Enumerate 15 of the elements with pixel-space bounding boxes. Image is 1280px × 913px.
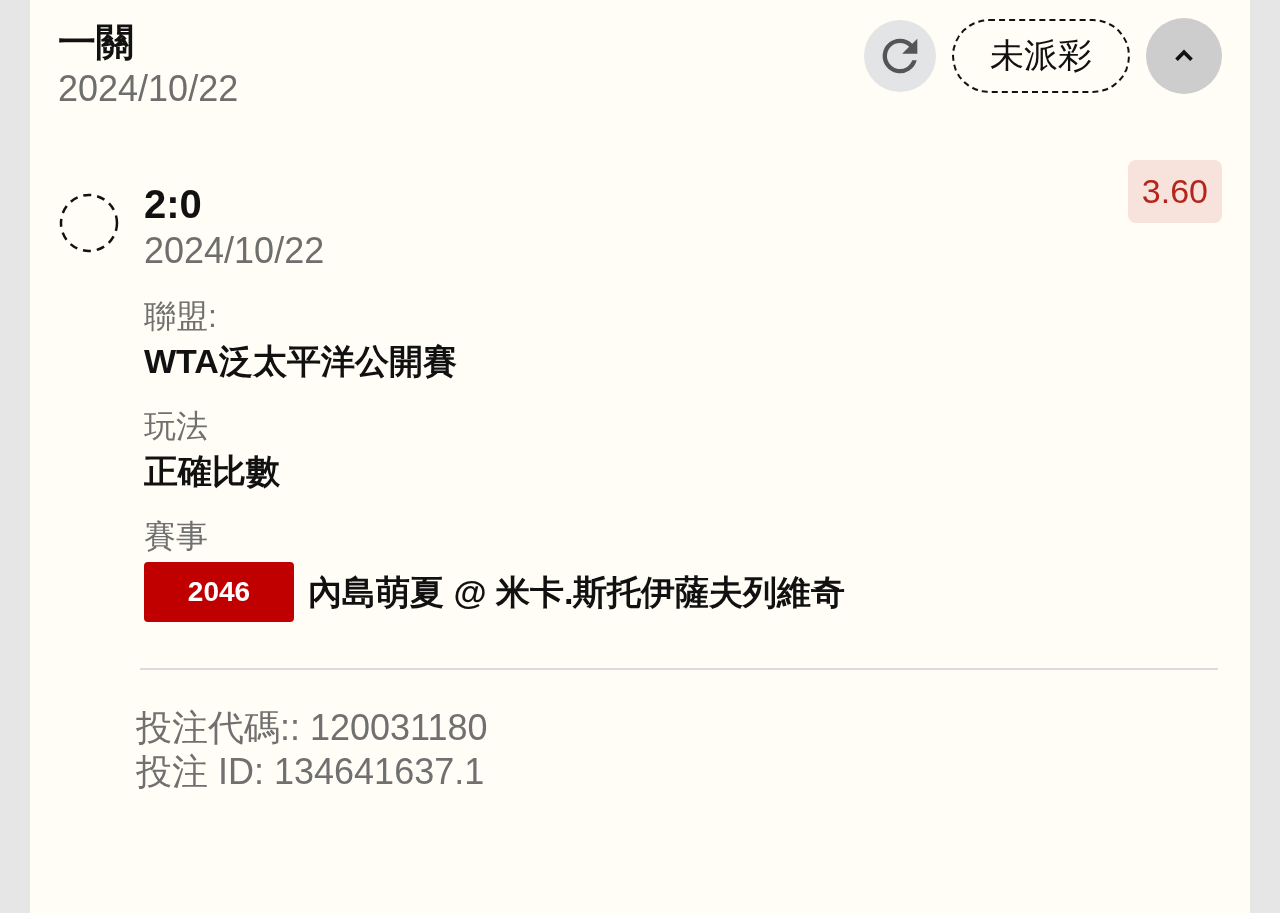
- bet-date: 2024/10/22: [58, 67, 239, 111]
- odds-badge: 3.60: [1127, 160, 1222, 223]
- field-label: 玩法: [144, 407, 209, 446]
- bet-reference: 投注代碼:: 120031180: [136, 706, 489, 750]
- bet-title: 一關: [58, 20, 135, 65]
- bet-reference: 投注 ID: 134641637.1: [136, 750, 486, 794]
- leg-date: 2024/10/22: [144, 229, 325, 273]
- field-value: 正確比數: [144, 451, 281, 492]
- selection-score: 2:0: [144, 181, 203, 228]
- event-number-badge: 2046: [144, 562, 294, 622]
- field-value: WTA泛太平洋公開賽: [144, 341, 458, 382]
- status-badge: 未派彩: [952, 19, 1130, 93]
- field-label: 賽事: [144, 517, 209, 556]
- event-teams: 內島萌夏 @ 米卡.斯托伊薩夫列維奇: [308, 572, 846, 613]
- field-label: 聯盟:: [144, 297, 218, 336]
